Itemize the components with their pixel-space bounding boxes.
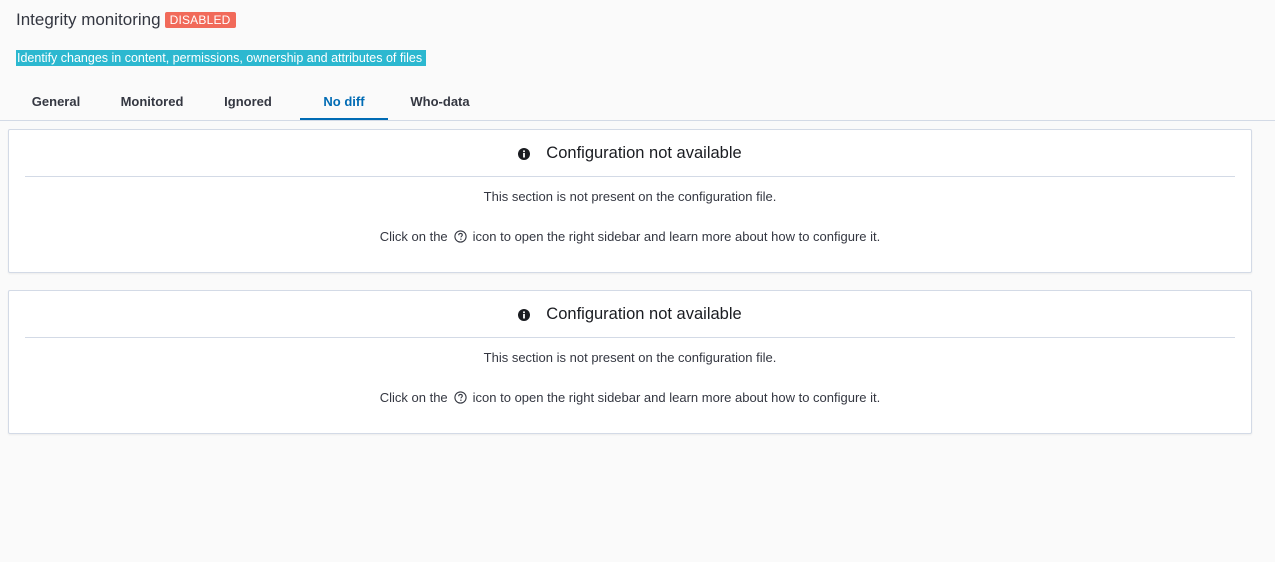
tab-monitored[interactable]: Monitored <box>104 84 200 119</box>
panel-divider <box>25 337 1235 338</box>
config-panel: Configuration not available This section… <box>8 129 1252 273</box>
page-header: Integrity monitoring DISABLED <box>16 10 236 30</box>
help-prefix: Click on the <box>379 229 448 244</box>
panel-message: This section is not present on the confi… <box>483 189 777 204</box>
panel-help-text: Click on the icon to open the right side… <box>9 390 1251 405</box>
panel-title: Configuration not available <box>9 144 1251 163</box>
question-circle-icon <box>454 391 467 404</box>
page-subtitle: Identify changes in content, permissions… <box>16 50 427 66</box>
help-prefix: Click on the <box>379 390 448 405</box>
panel-divider <box>25 176 1235 177</box>
tab-ignored[interactable]: Ignored <box>208 84 288 119</box>
panel-title-text: Configuration not available <box>546 305 742 323</box>
config-panel: Configuration not available This section… <box>8 290 1252 434</box>
tab-no-diff[interactable]: No diff <box>300 84 388 120</box>
panel-message: This section is not present on the confi… <box>483 350 777 365</box>
panel-title: Configuration not available <box>9 305 1251 324</box>
panel-help-text: Click on the icon to open the right side… <box>9 229 1251 244</box>
help-suffix: icon to open the right sidebar and learn… <box>472 229 881 244</box>
status-badge: DISABLED <box>164 12 236 28</box>
tab-general[interactable]: General <box>16 84 96 119</box>
help-suffix: icon to open the right sidebar and learn… <box>472 390 881 405</box>
tab-bar: General Monitored Ignored No diff Who-da… <box>0 84 1275 121</box>
question-circle-icon <box>454 230 467 243</box>
tab-who-data[interactable]: Who-data <box>396 84 484 119</box>
panel-title-text: Configuration not available <box>546 144 742 162</box>
page-title: Integrity monitoring <box>16 10 161 29</box>
info-icon <box>518 308 531 321</box>
info-icon <box>518 147 531 160</box>
